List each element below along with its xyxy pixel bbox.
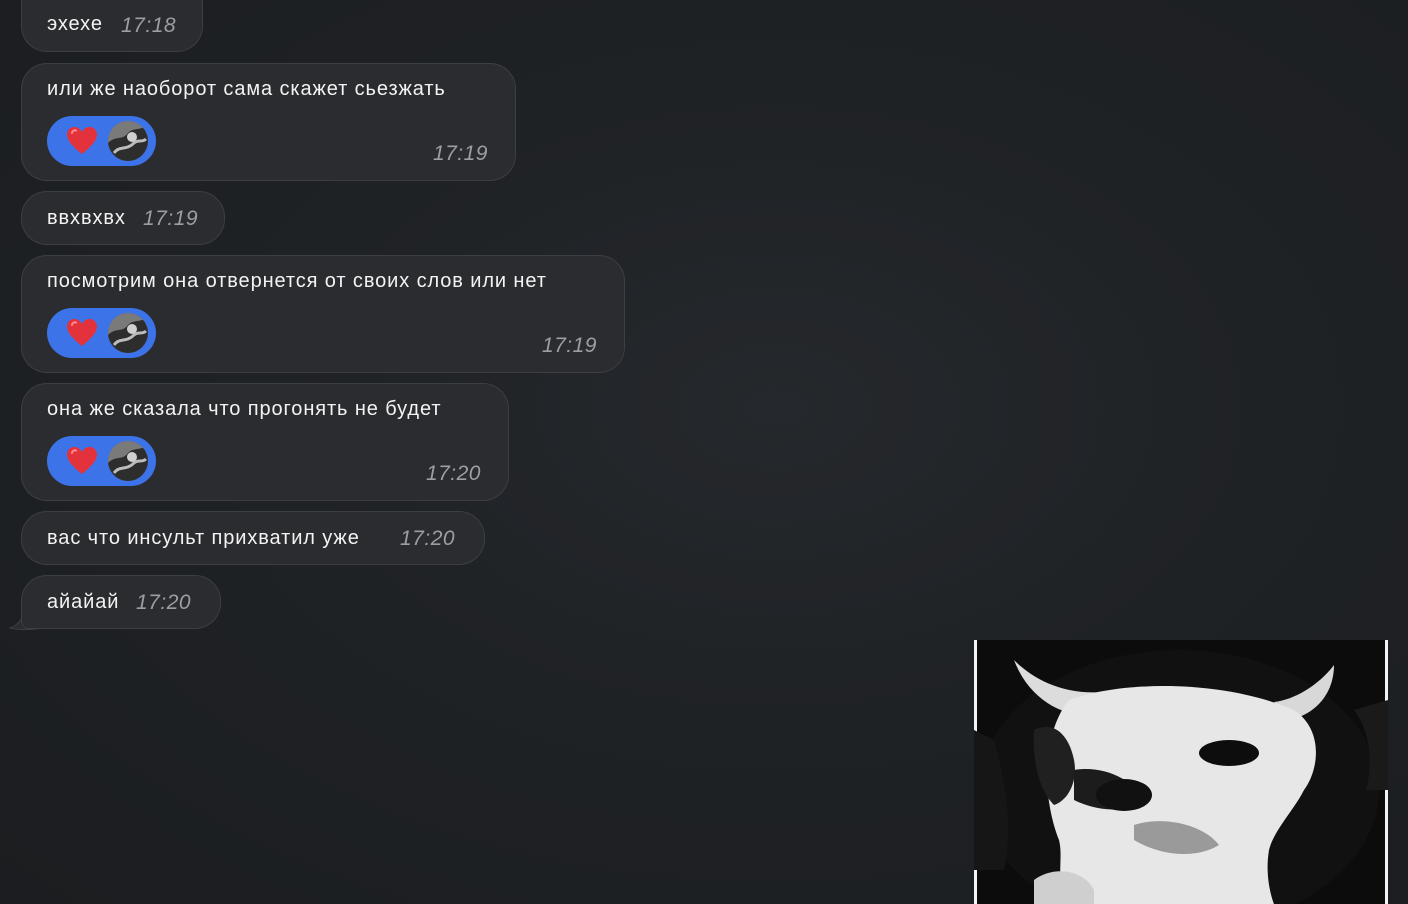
message-time: 17:19 bbox=[541, 334, 597, 357]
reactor-avatar bbox=[108, 441, 148, 481]
message-text: она же сказала что прогонять не будет bbox=[47, 398, 442, 420]
cat-photo[interactable] bbox=[974, 640, 1388, 904]
reaction-pill[interactable] bbox=[47, 308, 156, 358]
message-bubble[interactable]: ввхвхвх 17:19 bbox=[21, 191, 225, 245]
message-time: 17:19 bbox=[143, 207, 199, 230]
message-bubble[interactable]: или же наоборот сама скажет сьезжать 17:… bbox=[21, 63, 516, 181]
message-text: эхехе bbox=[47, 13, 103, 35]
heart-icon bbox=[67, 319, 97, 346]
message-text: или же наоборот сама скажет сьезжать bbox=[47, 78, 446, 100]
message-text: айайай bbox=[47, 591, 120, 613]
heart-icon bbox=[67, 447, 97, 474]
heart-icon bbox=[67, 127, 97, 154]
message-text: вас что инсульт прихватил уже bbox=[47, 527, 360, 549]
chat-message-list[interactable]: эхехе 17:18 или же наоборот сама скажет … bbox=[0, 0, 1408, 904]
message-time: 17:19 bbox=[432, 142, 488, 165]
message-bubble[interactable]: вас что инсульт прихватил уже 17:20 bbox=[21, 511, 485, 565]
message-bubble[interactable]: посмотрим она отвернется от своих слов и… bbox=[21, 255, 625, 373]
reaction-pill[interactable] bbox=[47, 116, 156, 166]
reaction-pill[interactable] bbox=[47, 436, 156, 486]
message-bubble[interactable]: эхехе 17:18 bbox=[21, 0, 203, 52]
reactor-avatar bbox=[108, 121, 148, 161]
message-bubble[interactable]: она же сказала что прогонять не будет 17… bbox=[21, 383, 509, 501]
message-text: посмотрим она отвернется от своих слов и… bbox=[47, 270, 547, 292]
message-bubble[interactable]: айайай 17:20 bbox=[21, 575, 221, 629]
message-time: 17:20 bbox=[425, 462, 481, 485]
message-text: ввхвхвх bbox=[47, 207, 126, 229]
message-time: 17:20 bbox=[400, 527, 456, 550]
message-time: 17:20 bbox=[136, 591, 192, 614]
reactor-avatar bbox=[108, 313, 148, 353]
message-time: 17:18 bbox=[121, 14, 177, 37]
